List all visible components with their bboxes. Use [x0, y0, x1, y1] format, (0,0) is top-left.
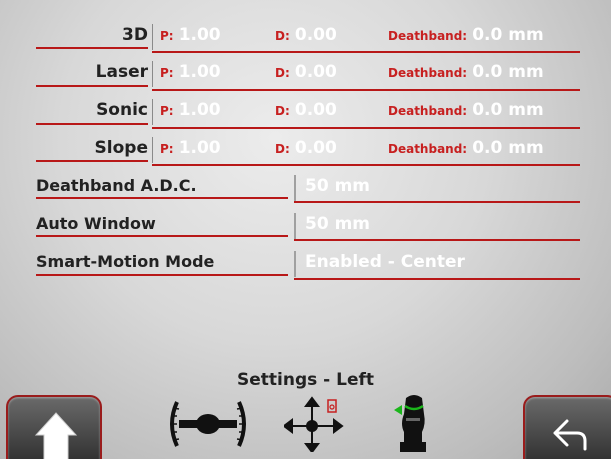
separator — [152, 137, 153, 163]
row-underline — [294, 201, 580, 203]
settings-screen: 3D P: 1.00 D: 0.00 Deathband: 0.0 mm Las… — [0, 0, 611, 459]
row-underline — [152, 164, 580, 166]
param-value[interactable]: 50 mm — [305, 176, 370, 196]
row-underline — [36, 197, 288, 199]
row-underline — [36, 274, 288, 276]
row-underline — [152, 127, 580, 129]
gain-row-3d[interactable]: 3D P: 1.00 D: 0.00 Deathband: 0.0 mm — [0, 22, 611, 50]
param-label: Smart-Motion Mode — [36, 252, 215, 271]
gain-name: 3D — [122, 25, 148, 45]
d-value[interactable]: D: 0.00 — [275, 100, 337, 120]
separator — [294, 175, 296, 201]
deathband-value[interactable]: Deathband: 0.0 mm — [388, 100, 544, 120]
row-underline — [36, 235, 288, 237]
row-underline — [36, 160, 148, 162]
gain-row-sonic[interactable]: Sonic P: 1.00 D: 0.00 Deathband: 0.0 mm — [0, 97, 611, 125]
p-value[interactable]: P: 1.00 — [160, 100, 221, 120]
gain-name: Laser — [95, 62, 148, 82]
param-row-deathband-adc[interactable]: Deathband A.D.C. 50 mm — [0, 173, 611, 201]
back-button[interactable] — [523, 395, 611, 459]
deathband-value[interactable]: Deathband: 0.0 mm — [388, 25, 544, 45]
gain-row-laser[interactable]: Laser P: 1.00 D: 0.00 Deathband: 0.0 mm — [0, 59, 611, 87]
row-underline — [294, 278, 580, 280]
p-value[interactable]: P: 1.00 — [160, 138, 221, 158]
d-value[interactable]: D: 0.00 — [275, 25, 337, 45]
gain-name: Sonic — [96, 100, 148, 120]
gain-name: Slope — [94, 138, 148, 158]
param-row-auto-window[interactable]: Auto Window 50 mm — [0, 211, 611, 239]
screen-title: Settings - Left — [236, 370, 375, 390]
back-arrow-icon — [553, 419, 587, 451]
separator — [152, 99, 153, 125]
param-row-smart-motion-mode[interactable]: Smart-Motion Mode Enabled - Center — [0, 249, 611, 277]
separator — [152, 61, 153, 87]
row-underline — [294, 239, 580, 241]
p-value[interactable]: P: 1.00 — [160, 62, 221, 82]
home-icon — [34, 412, 78, 459]
row-underline — [36, 47, 148, 49]
row-underline — [152, 89, 580, 91]
param-value[interactable]: Enabled - Center — [305, 252, 465, 272]
param-value[interactable]: 50 mm — [305, 214, 370, 234]
row-underline — [36, 85, 148, 87]
param-label: Auto Window — [36, 214, 156, 233]
separator — [152, 24, 153, 50]
deathband-value[interactable]: Deathband: 0.0 mm — [388, 62, 544, 82]
deathband-value[interactable]: Deathband: 0.0 mm — [388, 138, 544, 158]
move-arrows-icon[interactable] — [284, 396, 344, 452]
d-value[interactable]: D: 0.00 — [275, 138, 337, 158]
separator — [294, 213, 296, 239]
home-button[interactable] — [6, 395, 102, 459]
gain-row-slope[interactable]: Slope P: 1.00 D: 0.00 Deathband: 0.0 mm — [0, 135, 611, 163]
d-value[interactable]: D: 0.00 — [275, 62, 337, 82]
slope-sensor-icon[interactable] — [165, 396, 251, 452]
param-label: Deathband A.D.C. — [36, 176, 197, 195]
joystick-icon[interactable] — [392, 392, 432, 454]
p-value[interactable]: P: 1.00 — [160, 25, 221, 45]
row-underline — [152, 51, 580, 53]
separator — [294, 251, 296, 277]
row-underline — [36, 123, 148, 125]
